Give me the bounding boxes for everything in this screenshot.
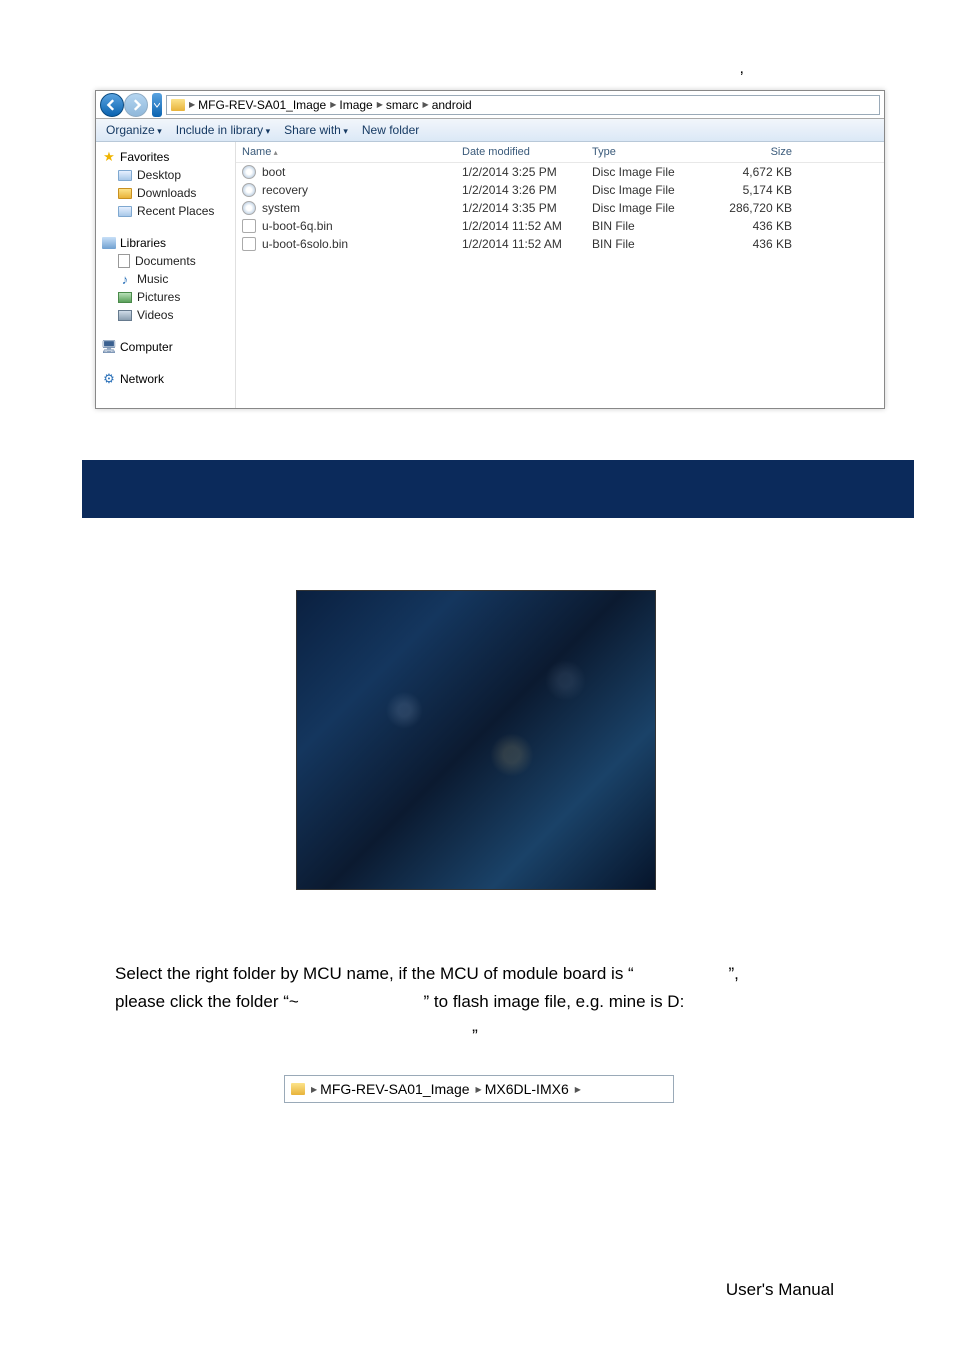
breadcrumb-segment[interactable]: ▶MFG-REV-SA01_Image [189, 98, 326, 112]
computer-group[interactable]: 🖥 Computer [100, 338, 231, 356]
folder-icon [171, 99, 185, 111]
col-date[interactable]: Date modified [462, 146, 592, 158]
file-row[interactable]: recovery 1/2/2014 3:26 PM Disc Image Fil… [236, 181, 884, 199]
network-group[interactable]: ⚙ Network [100, 370, 231, 388]
navigation-pane: ★ Favorites Desktop Downloads Recent Pla… [96, 142, 236, 408]
address-bar: ▶MFG-REV-SA01_Image ▶Image ▶smarc ▶andro… [96, 91, 884, 119]
breadcrumb-segment[interactable]: ▶MX6DL-IMX6 [476, 1081, 569, 1097]
nav-pictures[interactable]: Pictures [100, 288, 231, 306]
nav-recent-places[interactable]: Recent Places [100, 202, 231, 220]
breadcrumb-segment[interactable]: ▶smarc [377, 98, 419, 112]
nav-buttons [100, 93, 148, 117]
nav-music[interactable]: ♪Music [100, 270, 231, 288]
circuit-board-photo [296, 590, 656, 890]
col-type[interactable]: Type [592, 146, 702, 158]
forward-button[interactable] [124, 93, 148, 117]
arrow-left-icon [106, 99, 118, 111]
breadcrumb-segment[interactable]: ▶android [423, 98, 472, 112]
stray-comma-top: , [740, 60, 744, 78]
column-headers[interactable]: Name Date modified Type Size [236, 142, 884, 163]
file-list: Name Date modified Type Size boot 1/2/20… [236, 142, 884, 408]
instruction-text: Select the right folder by MCU name, if … [115, 960, 835, 1050]
file-icon [242, 237, 256, 251]
disc-icon [242, 201, 256, 215]
nav-videos[interactable]: Videos [100, 306, 231, 324]
back-button[interactable] [100, 93, 124, 117]
videos-icon [118, 310, 132, 321]
breadcrumb-segment[interactable]: ▶MFG-REV-SA01_Image [311, 1081, 470, 1097]
blue-divider [82, 460, 914, 518]
explorer-body: ★ Favorites Desktop Downloads Recent Pla… [96, 142, 884, 408]
star-icon: ★ [102, 150, 116, 164]
file-row[interactable]: u-boot-6solo.bin 1/2/2014 11:52 AM BIN F… [236, 235, 884, 253]
nav-desktop[interactable]: Desktop [100, 166, 231, 184]
col-size[interactable]: Size [702, 146, 792, 158]
recent-icon [118, 206, 132, 217]
file-icon [242, 219, 256, 233]
breadcrumb-example: ▶MFG-REV-SA01_Image ▶MX6DL-IMX6 ▶ [284, 1075, 674, 1103]
music-icon: ♪ [118, 272, 132, 286]
computer-icon: 🖥 [102, 340, 116, 354]
file-row[interactable]: boot 1/2/2014 3:25 PM Disc Image File 4,… [236, 163, 884, 181]
include-library-button[interactable]: Include in library [176, 123, 270, 137]
folder-icon [291, 1083, 305, 1095]
nav-documents[interactable]: Documents [100, 252, 231, 270]
nav-downloads[interactable]: Downloads [100, 184, 231, 202]
chevron-down-icon [154, 102, 160, 108]
breadcrumb-box[interactable]: ▶MFG-REV-SA01_Image ▶Image ▶smarc ▶andro… [166, 95, 880, 115]
disc-icon [242, 183, 256, 197]
file-row[interactable]: system 1/2/2014 3:35 PM Disc Image File … [236, 199, 884, 217]
arrow-right-icon [130, 99, 142, 111]
history-dropdown-button[interactable] [152, 93, 162, 117]
col-name[interactable]: Name [242, 146, 462, 158]
disc-icon [242, 165, 256, 179]
pictures-icon [118, 292, 132, 303]
organize-button[interactable]: Organize [106, 123, 162, 137]
footer-text: User's Manual [726, 1280, 834, 1300]
documents-icon [118, 254, 130, 268]
file-row[interactable]: u-boot-6q.bin 1/2/2014 11:52 AM BIN File… [236, 217, 884, 235]
desktop-icon [118, 170, 132, 181]
downloads-icon [118, 188, 132, 199]
libraries-group[interactable]: Libraries [100, 234, 231, 252]
share-with-button[interactable]: Share with [284, 123, 348, 137]
explorer-window: ▶MFG-REV-SA01_Image ▶Image ▶smarc ▶andro… [95, 90, 885, 409]
network-icon: ⚙ [102, 372, 116, 386]
new-folder-button[interactable]: New folder [362, 123, 419, 137]
breadcrumb-segment[interactable]: ▶Image [330, 98, 373, 112]
libraries-icon [102, 237, 116, 249]
favorites-group[interactable]: ★ Favorites [100, 148, 231, 166]
toolbar: Organize Include in library Share with N… [96, 119, 884, 142]
